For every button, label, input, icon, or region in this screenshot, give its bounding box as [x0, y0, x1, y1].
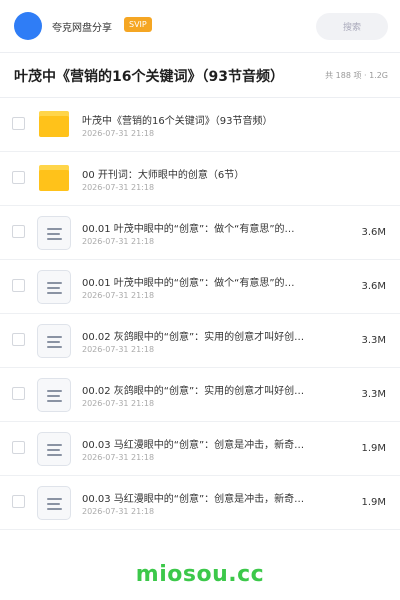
file-date: 2026-07-31 21:18 [82, 237, 155, 246]
file-name[interactable]: 00.01 叶茂中眼中的“创意”：做个“有意思”的… [82, 274, 295, 289]
select-checkbox[interactable] [12, 279, 25, 292]
file-name[interactable]: 00.01 叶茂中眼中的“创意”：做个“有意思”的… [82, 220, 295, 235]
file-date: 2026-07-31 21:18 [82, 345, 155, 354]
file-name[interactable]: 叶茂中《营销的16个关键词》（93节音频） [82, 112, 272, 127]
file-name[interactable]: 00.02 灰鸽眼中的“创意”：实用的创意才叫好创… [82, 382, 304, 397]
list-item[interactable]: 00.02 灰鸽眼中的“创意”：实用的创意才叫好创… 2026-07-31 21… [0, 314, 400, 368]
document-icon [37, 486, 71, 520]
file-name[interactable]: 00.02 灰鸽眼中的“创意”：实用的创意才叫好创… [82, 328, 304, 343]
select-checkbox[interactable] [12, 117, 25, 130]
select-checkbox[interactable] [12, 495, 25, 508]
watermark-brand: miosou.cc [135, 562, 265, 587]
page-meta: 共 188 项 · 1.2G [325, 71, 388, 80]
list-item[interactable]: 00.01 叶茂中眼中的“创意”：做个“有意思”的… 2026-07-31 21… [0, 260, 400, 314]
file-size: 3.3M [361, 389, 386, 400]
file-size: 3.3M [361, 335, 386, 346]
search-input[interactable]: 搜索 [316, 13, 388, 40]
document-icon [37, 216, 71, 250]
document-icon [37, 324, 71, 358]
file-name[interactable]: 00 开刊词：大师眼中的创意（6节） [82, 166, 244, 181]
svip-badge: SVIP [124, 17, 152, 32]
list-item[interactable]: 叶茂中《营销的16个关键词》（93节音频） 2026-07-31 21:18 [0, 98, 400, 152]
document-icon [37, 432, 71, 466]
file-date: 2026-07-31 21:18 [82, 399, 155, 408]
list-item[interactable]: 00.03 马红漫眼中的“创意”：创意是冲击，新奇… 2026-07-31 21… [0, 422, 400, 476]
file-size: 3.6M [361, 227, 386, 238]
file-date: 2026-07-31 21:18 [82, 183, 155, 192]
list-item[interactable]: 00 开刊词：大师眼中的创意（6节） 2026-07-31 21:18 [0, 152, 400, 206]
file-size: 3.6M [361, 281, 386, 292]
title-bar: 叶茂中《营销的16个关键词》（93节音频） 共 188 项 · 1.2G [0, 53, 400, 97]
folder-icon [37, 162, 71, 196]
file-date: 2026-07-31 21:18 [82, 291, 155, 300]
file-date: 2026-07-31 21:18 [82, 507, 155, 516]
select-checkbox[interactable] [12, 333, 25, 346]
list-item[interactable]: 00.01 叶茂中眼中的“创意”：做个“有意思”的… 2026-07-31 21… [0, 206, 400, 260]
document-icon [37, 378, 71, 412]
file-date: 2026-07-31 21:18 [82, 129, 155, 138]
header-bar: 夸克网盘分享 SVIP 搜索 [0, 0, 400, 52]
page-title: 叶茂中《营销的16个关键词》（93节音频） [14, 69, 284, 85]
file-name[interactable]: 00.03 马红漫眼中的“创意”：创意是冲击，新奇… [82, 490, 304, 505]
file-list: 叶茂中《营销的16个关键词》（93节音频） 2026-07-31 21:18 0… [0, 98, 400, 530]
select-checkbox[interactable] [12, 225, 25, 238]
app-title: 夸克网盘分享 [52, 23, 112, 34]
list-item[interactable]: 00.02 灰鸽眼中的“创意”：实用的创意才叫好创… 2026-07-31 21… [0, 368, 400, 422]
avatar[interactable] [14, 12, 42, 40]
select-checkbox[interactable] [12, 441, 25, 454]
folder-icon [37, 108, 71, 142]
list-item[interactable]: 00.03 马红漫眼中的“创意”：创意是冲击，新奇… 2026-07-31 21… [0, 476, 400, 530]
file-name[interactable]: 00.03 马红漫眼中的“创意”：创意是冲击，新奇… [82, 436, 304, 451]
select-checkbox[interactable] [12, 171, 25, 184]
select-checkbox[interactable] [12, 387, 25, 400]
document-icon [37, 270, 71, 304]
file-size: 1.9M [361, 497, 386, 508]
file-size: 1.9M [361, 443, 386, 454]
file-date: 2026-07-31 21:18 [82, 453, 155, 462]
